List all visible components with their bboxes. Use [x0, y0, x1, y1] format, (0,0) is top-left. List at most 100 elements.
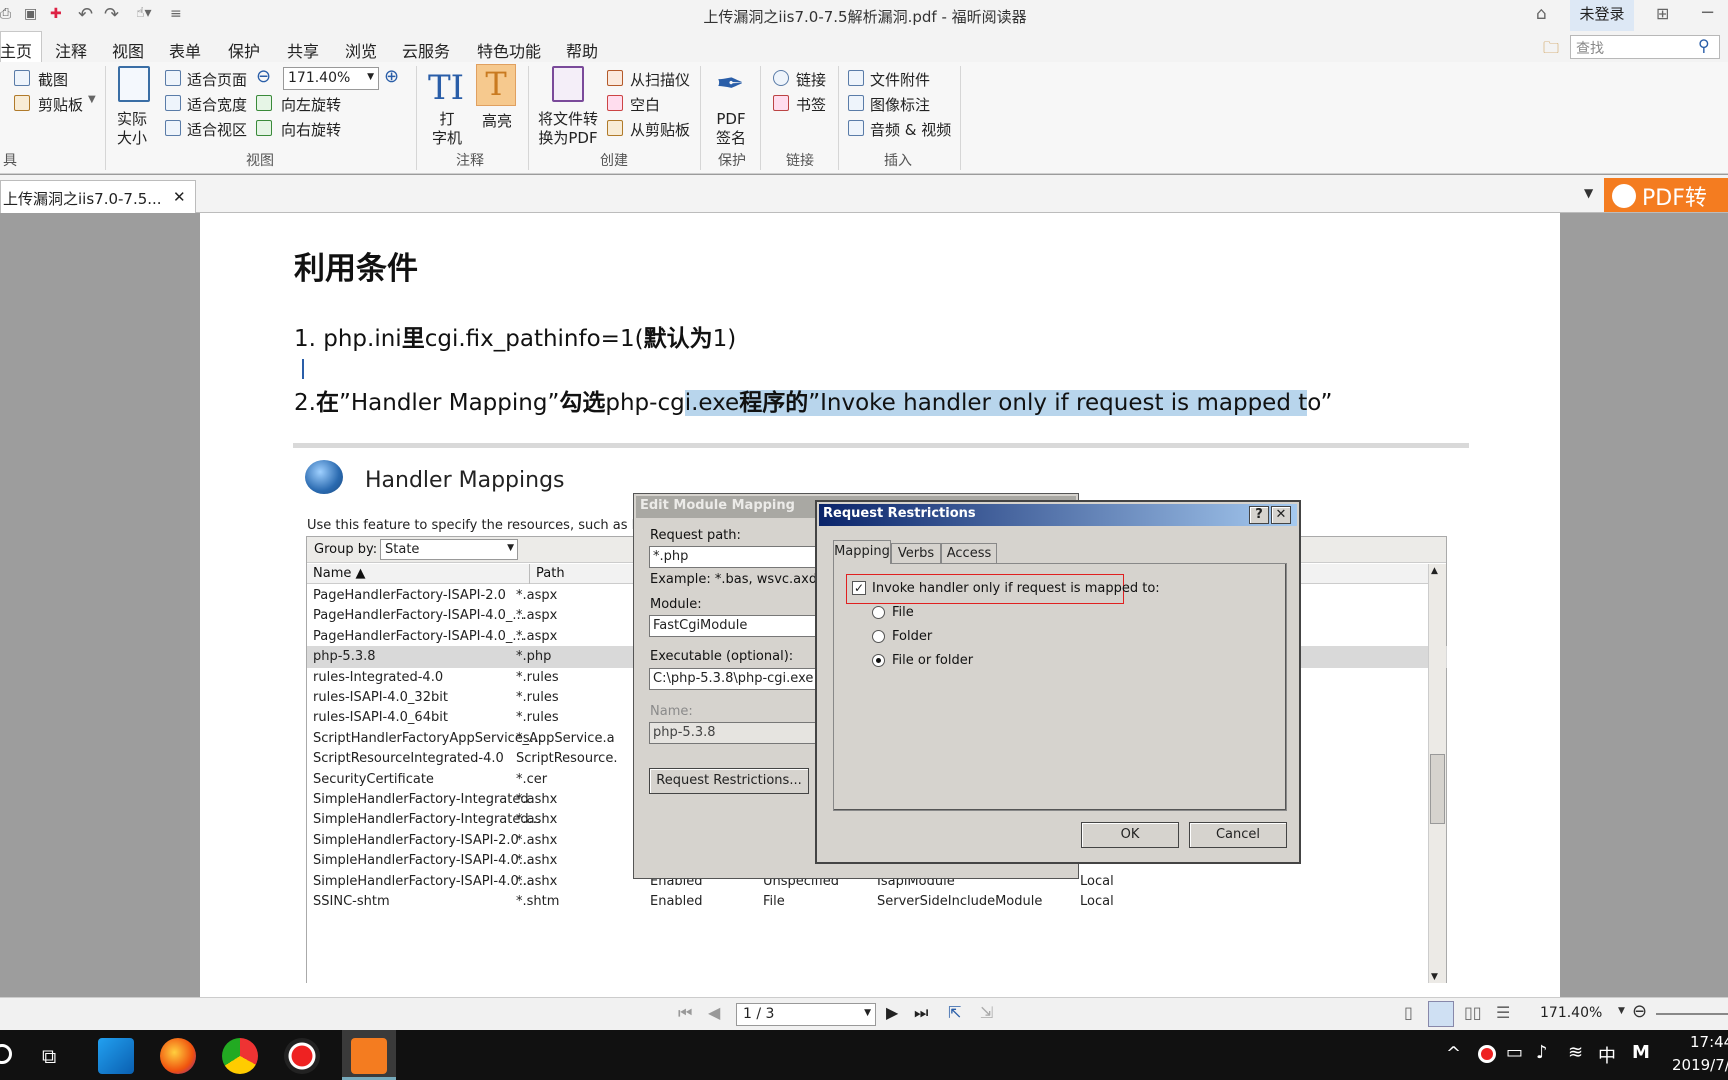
menu-comment[interactable]: 注释	[55, 38, 87, 62]
hand-tool-icon[interactable]: ☝▾	[136, 5, 152, 21]
close-button[interactable]: ✕	[1271, 506, 1291, 524]
fit-page-button[interactable]: 适合页面	[187, 69, 247, 90]
tab-access[interactable]: Access	[941, 543, 997, 564]
screenshot-button[interactable]: 截图	[38, 69, 68, 90]
tab-mapping[interactable]: Mapping	[833, 540, 891, 564]
chrome-icon[interactable]	[222, 1038, 258, 1074]
login-button[interactable]: 未登录	[1570, 0, 1634, 31]
highlight-button[interactable]: 高亮	[482, 110, 512, 131]
menu-cloud[interactable]: 云服务	[402, 38, 450, 62]
table-row[interactable]: SSINC-shtm *.shtm Enabled File ServerSideInc…	[307, 891, 1447, 913]
last-page-icon[interactable]: ⏭	[914, 1003, 928, 1023]
line2-selection-g[interactable]: 程序的	[739, 390, 809, 416]
menu-protect[interactable]: 保护	[228, 38, 260, 62]
input-method-icon[interactable]: M	[1632, 1042, 1650, 1063]
cancel-button[interactable]: Cancel	[1189, 822, 1287, 848]
ok-button[interactable]: OK	[1081, 822, 1179, 848]
redo-icon[interactable]: ↷	[104, 4, 119, 25]
from-scanner-button[interactable]: 从扫描仪	[630, 69, 690, 90]
customize-icon[interactable]: ≡	[170, 6, 182, 22]
scroll-down-icon[interactable]: ▼	[1431, 972, 1438, 982]
module-input[interactable]: FastCgiModule	[649, 615, 819, 637]
network-icon[interactable]: ≋	[1568, 1042, 1583, 1063]
firefox-icon[interactable]	[160, 1038, 196, 1074]
tab-verbs[interactable]: Verbs	[891, 543, 941, 564]
executable-input[interactable]: C:\php-5.3.8\php-cgi.exe	[649, 668, 819, 690]
menu-help[interactable]: 帮助	[566, 38, 598, 62]
task-view-icon[interactable]: ⧉	[42, 1044, 56, 1068]
foxit-taskbar-item[interactable]	[342, 1030, 396, 1080]
convert-pdf-button[interactable]: 将文件转 换为PDF	[538, 110, 598, 148]
zoom-in-icon[interactable]: ⊕	[384, 66, 399, 87]
scroll-up-icon[interactable]: ▲	[1431, 566, 1438, 576]
minimize-icon[interactable]: −	[1700, 2, 1715, 23]
menu-share[interactable]: 共享	[287, 38, 319, 62]
facing-page-icon[interactable]: ▯▯	[1464, 1003, 1482, 1022]
prev-page-icon[interactable]: ◀	[708, 1003, 720, 1022]
attachment-button[interactable]: 文件附件	[870, 69, 930, 90]
zoom-out-icon[interactable]: ⊖	[1632, 1001, 1647, 1022]
invoke-checkbox[interactable]: ✓	[852, 581, 866, 595]
help-button[interactable]: ?	[1249, 506, 1269, 524]
from-clipboard-button[interactable]: 从剪贴板	[630, 119, 690, 140]
undo-icon[interactable]: ↶	[78, 4, 93, 25]
bookmark-button[interactable]: 书签	[796, 94, 826, 115]
search-icon[interactable]: ⚲	[1698, 36, 1710, 55]
clipboard-button[interactable]: 剪贴板	[38, 94, 83, 115]
zoom-out-icon[interactable]: ⊖	[256, 66, 271, 87]
continuous-facing-icon[interactable]: ☰	[1496, 1003, 1510, 1022]
next-page-icon[interactable]: ▶	[886, 1003, 898, 1022]
tray-record-icon[interactable]	[1478, 1045, 1496, 1063]
radio-folder[interactable]	[872, 630, 885, 643]
ime-indicator[interactable]: 中	[1598, 1042, 1616, 1068]
rotate-right-button[interactable]: 向右旋转	[281, 119, 341, 140]
request-restrictions-button[interactable]: Request Restrictions...	[649, 768, 809, 794]
column-name[interactable]: Name ▲	[313, 566, 366, 581]
menu-home[interactable]: 主页	[0, 38, 32, 62]
zoom-slider[interactable]	[1656, 1013, 1728, 1015]
print-icon[interactable]: ⎙	[0, 6, 11, 22]
request-path-input[interactable]: *.php	[649, 546, 819, 568]
menu-features[interactable]: 特色功能	[477, 38, 541, 62]
new-icon[interactable]: ✚	[50, 6, 62, 22]
audio-video-button[interactable]: 音频 & 视频	[870, 119, 951, 140]
blank-button[interactable]: 空白	[630, 94, 660, 115]
close-icon[interactable]: ✕	[173, 188, 186, 206]
cortana-icon[interactable]	[0, 1044, 12, 1064]
chevron-down-icon[interactable]: ▼	[88, 94, 96, 105]
volume-icon[interactable]: ♪	[1536, 1042, 1548, 1063]
page-number-select[interactable]: 1 / 3 ▼	[736, 1003, 876, 1026]
radio-file[interactable]	[872, 606, 885, 619]
folder-search-icon[interactable]: 🗀	[1543, 37, 1559, 64]
menu-view[interactable]: 视图	[112, 38, 144, 62]
grid-scrollbar[interactable]: ▲ ▼	[1428, 564, 1446, 983]
vscode-icon[interactable]	[98, 1038, 134, 1074]
line2-selection-f[interactable]: i.exe	[684, 390, 740, 416]
radio-file-or-folder[interactable]	[872, 654, 885, 667]
fit-visible-button[interactable]: 适合视区	[187, 119, 247, 140]
actual-size-button[interactable]: 实际 大小	[117, 110, 147, 148]
menu-browse[interactable]: 浏览	[345, 38, 377, 62]
zoom-select[interactable]: 171.40% ▼	[283, 67, 379, 90]
rotate-left-button[interactable]: 向左旋转	[281, 94, 341, 115]
recorder-icon[interactable]	[284, 1038, 320, 1074]
image-button[interactable]: 图像标注	[870, 94, 930, 115]
skin-icon[interactable]: ⌂	[1536, 4, 1547, 24]
chevron-down-icon[interactable]: ▼	[1584, 186, 1593, 200]
pdf-convert-banner[interactable]: PDF转	[1604, 178, 1728, 212]
single-page-icon[interactable]: ▯	[1404, 1003, 1413, 1022]
scroll-thumb[interactable]	[1430, 754, 1445, 824]
chevron-down-icon[interactable]: ▼	[1618, 1006, 1625, 1016]
link-button[interactable]: 链接	[796, 69, 826, 90]
prev-view-icon[interactable]: ⇱	[948, 1003, 961, 1022]
line2-selection-h[interactable]: ”Invoke handler only if request is mappe…	[808, 390, 1308, 416]
first-page-icon[interactable]: ⏮	[678, 1003, 692, 1023]
next-view-icon[interactable]: ⇲	[980, 1003, 993, 1022]
menu-form[interactable]: 表单	[169, 38, 201, 62]
group-by-select[interactable]: State ▼	[380, 539, 518, 560]
tray-chevron-icon[interactable]: ^	[1446, 1043, 1461, 1064]
continuous-page-icon[interactable]	[1428, 1001, 1454, 1027]
battery-icon[interactable]: ▭	[1506, 1042, 1523, 1063]
document-tab[interactable]: 上传漏洞之iis7.0-7.5... ✕	[0, 180, 196, 214]
fit-width-button[interactable]: 适合宽度	[187, 94, 247, 115]
